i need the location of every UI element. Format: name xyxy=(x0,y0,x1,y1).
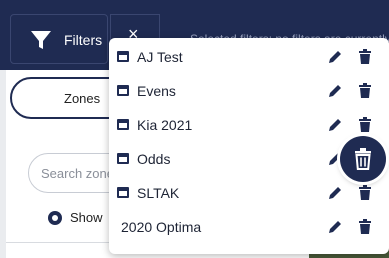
calendar-icon xyxy=(117,51,129,62)
filter-name: Kia 2021 xyxy=(137,117,193,133)
list-item[interactable]: AJ Test xyxy=(109,40,389,74)
list-item[interactable]: Kia 2021 xyxy=(109,108,389,142)
list-item[interactable]: 2020 Optima xyxy=(109,210,389,244)
trash-icon[interactable] xyxy=(358,185,372,201)
trash-icon[interactable] xyxy=(358,219,372,235)
list-item[interactable]: Evens xyxy=(109,74,389,108)
calendar-icon xyxy=(117,85,129,96)
filter-name: Evens xyxy=(137,83,176,99)
trash-icon xyxy=(355,148,371,170)
pencil-icon[interactable] xyxy=(327,219,343,235)
pencil-icon[interactable] xyxy=(327,49,343,65)
pencil-icon[interactable] xyxy=(327,185,343,201)
calendar-icon xyxy=(117,153,129,164)
calendar-icon xyxy=(117,187,129,198)
trash-icon[interactable] xyxy=(358,83,372,99)
sidebar-edge xyxy=(0,70,6,258)
filters-label: Filters xyxy=(64,32,103,48)
funnel-icon xyxy=(31,31,51,49)
filters-button[interactable]: Filters xyxy=(10,14,108,64)
zones-tab-label: Zones xyxy=(64,91,101,106)
trash-icon[interactable] xyxy=(358,49,372,65)
show-radio[interactable] xyxy=(48,211,62,225)
filter-name: SLTAK xyxy=(137,185,180,201)
trash-icon[interactable] xyxy=(358,117,372,133)
list-item[interactable]: SLTAK xyxy=(109,176,389,210)
filter-name: AJ Test xyxy=(137,49,183,65)
pencil-icon[interactable] xyxy=(327,117,343,133)
app-screen: Filters × Selected filters: no filters a… xyxy=(0,0,389,258)
pencil-icon[interactable] xyxy=(327,83,343,99)
show-label: Show xyxy=(70,210,103,225)
filter-name: 2020 Optima xyxy=(121,219,202,235)
filter-name: Odds xyxy=(137,151,171,167)
delete-highlight-button[interactable] xyxy=(340,136,386,182)
calendar-icon xyxy=(117,119,129,130)
